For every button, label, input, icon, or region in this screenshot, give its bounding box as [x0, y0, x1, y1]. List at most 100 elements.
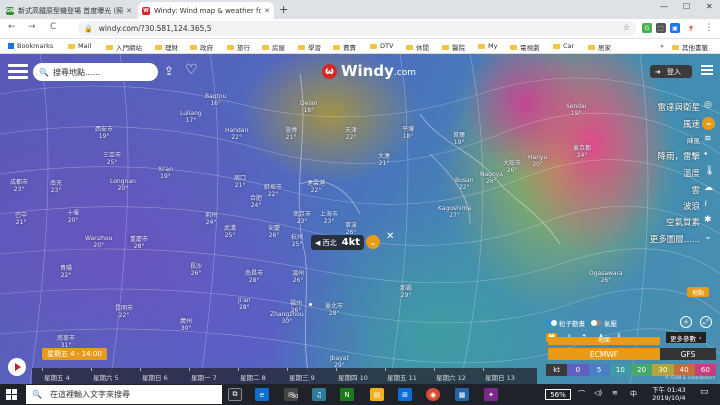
timeline-day[interactable]: 星期五 4 [44, 372, 70, 382]
tab-windy[interactable]: W Windy: Wind map & weather fo… ✕ [138, 2, 274, 19]
bookmark-bookmarks[interactable]: Bookmarks [8, 42, 53, 50]
timeline[interactable]: 星期五 4 星期六 5 星期日 6 星期一 7 星期二 8 星期三 9 星期四 10 星期五 … [32, 368, 537, 384]
timeline-day[interactable]: 星期四 10 [338, 372, 368, 382]
bookmark-item[interactable]: 理財 [155, 42, 178, 52]
heart-icon[interactable]: ♡ [185, 62, 198, 78]
layer-cloud[interactable]: 雲 [691, 184, 700, 196]
timeline-day[interactable]: 星期六 12 [436, 372, 466, 382]
bookmarks-more-button[interactable]: » [660, 42, 664, 50]
onenote-icon[interactable]: N [340, 388, 354, 401]
bookmark-item[interactable]: 醫院 [442, 42, 465, 52]
pressure-toggle[interactable] [591, 320, 602, 326]
zoom-in-icon[interactable]: + [680, 316, 692, 328]
ime-lang[interactable]: 中 [630, 389, 637, 399]
rain-icon[interactable]: ⬩ [704, 149, 707, 159]
extension-icon[interactable]: ▣ [670, 23, 680, 33]
picker-close-icon[interactable]: ✕ [386, 231, 394, 242]
maximize-button[interactable]: ☐ [683, 2, 690, 11]
model-ecmwf-button[interactable]: ECMWF [548, 348, 660, 360]
fullscreen-icon[interactable]: ⤢ [700, 316, 712, 328]
bookmark-item[interactable]: Mail [68, 42, 91, 50]
windows-start-icon[interactable] [6, 389, 17, 400]
timeline-day[interactable]: 星期二 8 [240, 372, 266, 382]
app-icon[interactable]: ✦ [484, 388, 498, 401]
model-gfs-button[interactable]: GFS [660, 348, 716, 360]
picker-chevron-down-icon[interactable]: ⌄ [366, 235, 380, 249]
chrome-menu-icon[interactable]: ⋮ [704, 23, 714, 33]
altitude-slider[interactable]: 地面 [548, 337, 660, 345]
layer-rain[interactable]: 降雨，雷擊 [657, 150, 700, 162]
play-button[interactable] [8, 358, 26, 376]
battery-indicator[interactable]: 56% [545, 389, 571, 400]
taskbar-search-input[interactable]: 🔍 在這裡輸入文字來搜尋 [26, 385, 222, 404]
bookmark-item[interactable]: My [478, 42, 497, 50]
search-input[interactable]: 🔍 搜尋地點...... [33, 63, 158, 81]
legend-unit[interactable]: kt [546, 364, 568, 376]
wind-picker[interactable]: ◀ 西北 4kt [311, 235, 365, 250]
store-icon[interactable]: ⊞ [398, 388, 412, 401]
bookmark-item[interactable]: 學習 [298, 42, 321, 52]
timeline-day[interactable]: 星期日 6 [142, 372, 168, 382]
reload-button[interactable]: C [50, 22, 56, 32]
timeline-day[interactable]: 星期三 9 [289, 372, 315, 382]
photos-icon[interactable]: ▦ [455, 388, 469, 401]
layer-more-layers[interactable]: 更多圖層...... [650, 233, 700, 245]
close-window-button[interactable]: ✕ [706, 2, 713, 11]
back-button[interactable]: ← [8, 22, 16, 32]
bookmark-item[interactable]: Car [553, 42, 574, 50]
url-field[interactable]: 🔒 windy.com/?30.581,124.365,5 ☆ [78, 21, 636, 36]
tab-news[interactable]: GN 新式高鐵原型機登場 首度曝光 (照… ✕ [2, 2, 136, 19]
share-icon[interactable]: ⇪ [164, 64, 174, 78]
layer-wind[interactable]: 風速 [683, 118, 700, 130]
layer-waves[interactable]: 波浪 [683, 200, 700, 212]
extension-icon[interactable]: G [642, 23, 652, 33]
system-clock[interactable]: 下午 01:43 2019/10/4 [652, 386, 686, 402]
layer-gust[interactable]: 陣風 [687, 135, 700, 145]
bookmark-item[interactable]: 入門網站 [106, 42, 142, 52]
bookmark-item[interactable]: DTV [370, 42, 393, 50]
close-icon[interactable]: ✕ [126, 7, 132, 15]
network-icon[interactable]: ⌒ [578, 389, 585, 399]
air-quality-icon[interactable]: ✱ [704, 215, 712, 225]
gust-icon[interactable]: ≋ [704, 134, 712, 144]
notification-icon[interactable]: ▭ [700, 387, 709, 397]
timeline-day[interactable]: 星期六 5 [93, 372, 119, 382]
forward-button[interactable]: → [28, 22, 36, 32]
bookmark-item[interactable]: 旅行 [227, 42, 250, 52]
layer-thermometer[interactable]: 溫度 [683, 167, 700, 179]
particles-toggle[interactable] [546, 320, 557, 326]
bookmark-item[interactable]: 房屋 [262, 42, 285, 52]
file-explorer-icon[interactable]: ▤ [370, 388, 384, 401]
extension-icon[interactable]: ⬚ [656, 23, 666, 33]
chrome-icon[interactable]: ◉ [426, 388, 440, 401]
layer-air-quality[interactable]: 空氣質素 [666, 216, 700, 228]
layers-menu-button[interactable] [699, 63, 715, 79]
profile-icon[interactable]: ✝ [686, 23, 696, 33]
cloud-icon[interactable]: ☁ [704, 183, 713, 193]
bookmark-item[interactable]: 政府 [190, 42, 213, 52]
login-button[interactable]: ➜ 登入 [650, 65, 692, 78]
wind-icon[interactable]: ≈ [702, 117, 715, 130]
timeline-day[interactable]: 星期五 11 [387, 372, 417, 382]
close-icon[interactable]: ✕ [264, 7, 270, 15]
edge-icon[interactable]: e [255, 388, 269, 401]
more-params-button[interactable]: 更多參數 › [666, 332, 706, 343]
timeline-day[interactable]: 星期日 13 [485, 372, 515, 382]
bookmark-item[interactable]: 休閒 [406, 42, 429, 52]
layer-radar[interactable]: 雷達與衛星 [657, 101, 700, 113]
bookmark-item[interactable]: 電視劇 [510, 42, 540, 52]
location-badge[interactable]: 地點 [687, 287, 709, 297]
other-bookmarks[interactable]: 其他書籤 [672, 42, 708, 52]
bookmark-item[interactable]: 賣賣 [333, 42, 356, 52]
radar-icon[interactable]: ◎ [704, 100, 712, 110]
new-tab-button[interactable]: + [279, 3, 288, 16]
timeline-day[interactable]: 星期一 7 [191, 372, 217, 382]
task-view-icon[interactable]: ⧉ [228, 388, 242, 401]
thermometer-icon[interactable]: 🌡 [704, 166, 715, 176]
time-indicator[interactable]: 星期五 4 - 14:00 [42, 348, 107, 360]
waves-icon[interactable]: ≀ [704, 199, 707, 209]
more-layers-icon[interactable]: ⌄ [704, 232, 712, 242]
wifi-icon[interactable]: ≋ [612, 389, 618, 397]
hamburger-menu-button[interactable] [8, 64, 28, 80]
media-player-icon[interactable]: ♫ [312, 388, 326, 401]
